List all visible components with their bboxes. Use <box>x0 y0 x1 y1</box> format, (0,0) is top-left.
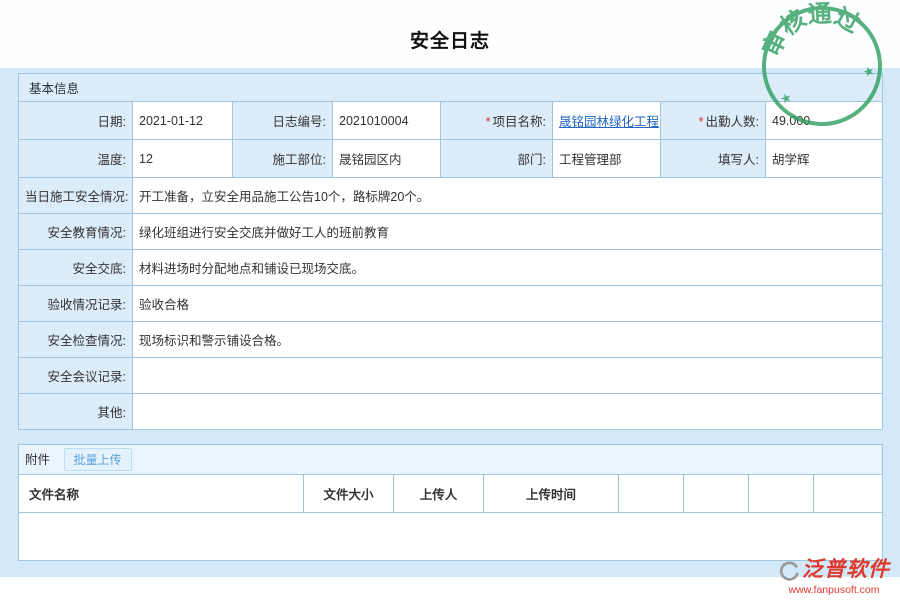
other-value <box>133 394 883 430</box>
page-header: 安全日志 <box>0 0 900 68</box>
other-label: 其他: <box>19 394 133 430</box>
construction-site-value: 晟铭园区内 <box>333 140 441 178</box>
today-safety-label: 当日施工安全情况: <box>19 178 133 214</box>
vendor-logo: 泛普软件 www.fanpusoft.com <box>778 553 890 596</box>
acceptance-record-label: 验收情况记录: <box>19 286 133 322</box>
date-value: 2021-01-12 <box>133 102 233 140</box>
main-content: 基本信息 日期: 2021-01-12 日志编号: 2021010004 *项目… <box>0 68 900 577</box>
safety-disclosure-value: 材料进场时分配地点和铺设已现场交底。 <box>133 250 883 286</box>
basic-info-table: 基本信息 日期: 2021-01-12 日志编号: 2021010004 *项目… <box>18 73 883 430</box>
temperature-label: 温度: <box>19 140 133 178</box>
construction-site-label: 施工部位: <box>233 140 333 178</box>
required-asterisk: * <box>486 115 491 129</box>
department-value: 工程管理部 <box>553 140 661 178</box>
required-asterisk: * <box>699 115 704 129</box>
safety-meeting-value <box>133 358 883 394</box>
project-name-cell: 晟铭园林绿化工程 <box>553 102 661 140</box>
temperature-value: 12 <box>133 140 233 178</box>
attachments-section-header: 附件 批量上传 <box>19 445 883 475</box>
safety-meeting-label: 安全会议记录: <box>19 358 133 394</box>
logo-text: 泛普软件 <box>802 553 890 583</box>
logo-swirl-icon <box>778 561 800 583</box>
empty-column-header <box>814 475 883 513</box>
empty-column-header <box>684 475 749 513</box>
file-size-column-header: 文件大小 <box>304 475 394 513</box>
attendance-label: *出勤人数: <box>661 102 766 140</box>
logo-url: www.fanpusoft.com <box>778 584 890 596</box>
batch-upload-button[interactable]: 批量上传 <box>64 448 132 471</box>
safety-education-value: 绿化班组进行安全交底并做好工人的班前教育 <box>133 214 883 250</box>
basic-info-section-header: 基本信息 <box>19 74 883 102</box>
attendance-value: 49.000 <box>766 102 883 140</box>
attachments-empty-row <box>19 513 883 561</box>
uploader-column-header: 上传人 <box>394 475 484 513</box>
project-name-link[interactable]: 晟铭园林绿化工程 <box>559 115 659 129</box>
project-name-label: *项目名称: <box>441 102 553 140</box>
acceptance-record-value: 验收合格 <box>133 286 883 322</box>
page-title: 安全日志 <box>410 16 490 53</box>
safety-education-label: 安全教育情况: <box>19 214 133 250</box>
upload-time-column-header: 上传时间 <box>484 475 619 513</box>
file-name-column-header: 文件名称 <box>19 475 304 513</box>
empty-column-header <box>749 475 814 513</box>
safety-inspection-value: 现场标识和警示铺设合格。 <box>133 322 883 358</box>
log-number-label: 日志编号: <box>233 102 333 140</box>
today-safety-value: 开工准备，立安全用品施工公告10个，路标牌20个。 <box>133 178 883 214</box>
log-number-value: 2021010004 <box>333 102 441 140</box>
safety-inspection-label: 安全检查情况: <box>19 322 133 358</box>
attachments-table: 附件 批量上传 文件名称 文件大小 上传人 上传时间 <box>18 444 883 561</box>
writer-label: 填写人: <box>661 140 766 178</box>
safety-disclosure-label: 安全交底: <box>19 250 133 286</box>
writer-value: 胡学辉 <box>766 140 883 178</box>
date-label: 日期: <box>19 102 133 140</box>
section-gap <box>18 430 882 444</box>
attachments-label: 附件 <box>25 453 50 467</box>
department-label: 部门: <box>441 140 553 178</box>
empty-column-header <box>619 475 684 513</box>
